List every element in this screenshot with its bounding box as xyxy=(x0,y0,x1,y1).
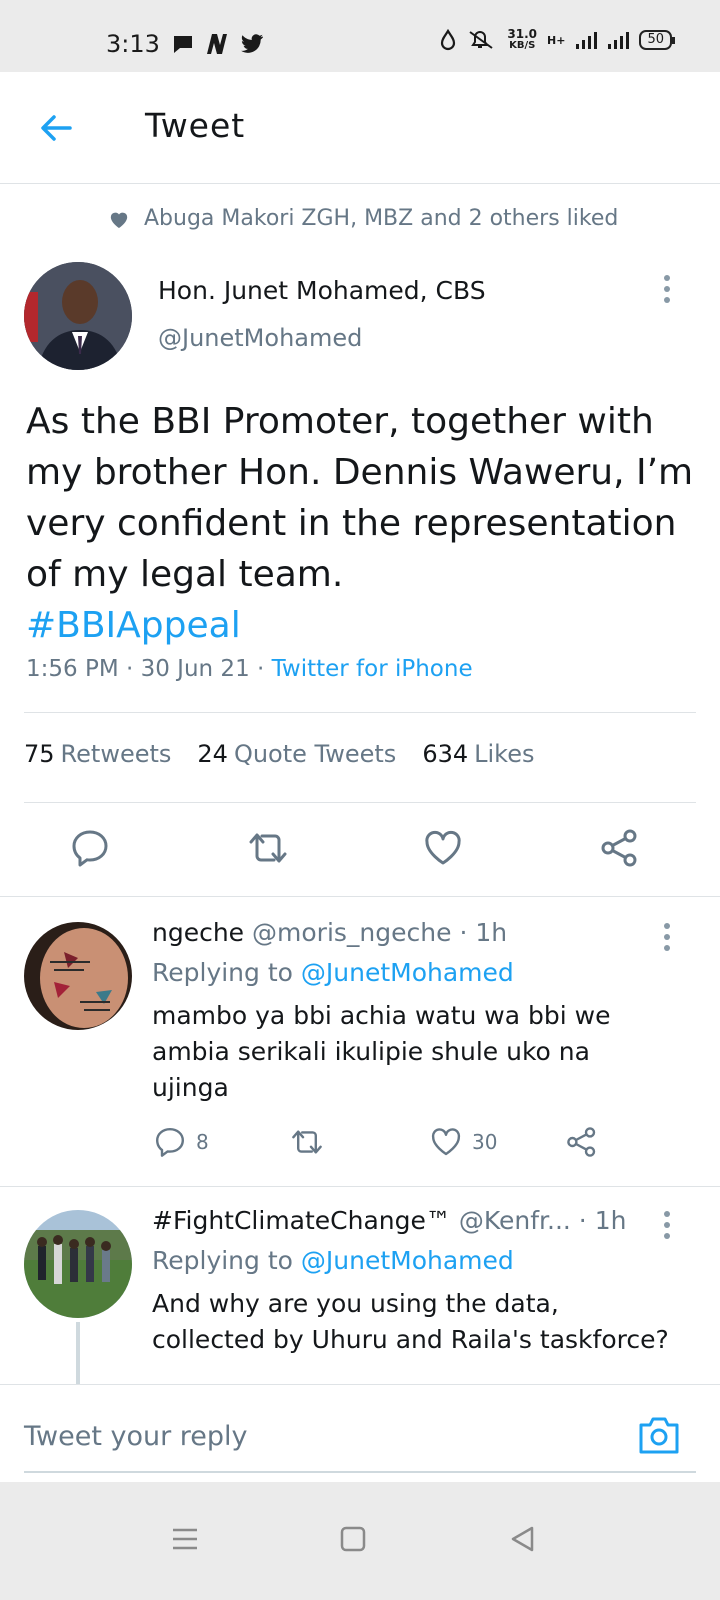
notification-icons xyxy=(172,32,264,56)
reply-header: ngeche @moris_ngeche · 1h xyxy=(152,918,507,947)
tweet-meta: 1:56 PM · 30 Jun 21 · Twitter for iPhone xyxy=(26,656,473,682)
system-navigation-bar xyxy=(0,1482,720,1600)
replying-mention[interactable]: @JunetMohamed xyxy=(301,1246,514,1275)
reply-time: · 1h xyxy=(578,1206,627,1235)
reply-more-options-icon[interactable] xyxy=(662,922,672,952)
home-square-icon[interactable] xyxy=(338,1524,368,1554)
reply-more-options-icon[interactable] xyxy=(662,1210,672,1240)
network-speed-value: 31.0 xyxy=(507,27,538,41)
network-speed: 31.0 KB/S xyxy=(507,28,537,52)
divider xyxy=(24,712,696,713)
retweet-icon xyxy=(292,1130,322,1154)
status-indicators: 31.0 KB/S H+ 50 xyxy=(439,28,675,52)
reply-author-photo xyxy=(24,922,132,1030)
author-photo xyxy=(24,262,132,370)
reply-icon[interactable] xyxy=(70,828,110,868)
message-icon xyxy=(174,36,192,53)
reply-input-underline xyxy=(24,1471,696,1473)
reply-action-bar: 8 30 xyxy=(150,1126,630,1166)
likes-stat[interactable]: 634 Likes xyxy=(422,740,534,768)
social-context-text: Abuga Makori ZGH, MBZ and 2 others liked xyxy=(144,206,619,231)
twitter-bird-icon xyxy=(241,34,263,53)
replying-to: Replying to @JunetMohamed xyxy=(152,958,514,987)
like-icon[interactable] xyxy=(423,828,463,868)
author-name[interactable]: Hon. Junet Mohamed, CBS xyxy=(158,276,486,305)
menu-icon[interactable] xyxy=(170,1524,200,1554)
replying-to: Replying to @JunetMohamed xyxy=(152,1246,514,1275)
top-app-bar: Tweet xyxy=(0,72,720,184)
tweet-body: As the BBI Promoter, together with my br… xyxy=(26,401,694,595)
retweets-stat[interactable]: 75 Retweets xyxy=(24,740,171,768)
retweet-icon[interactable] xyxy=(248,828,288,868)
reply-share-button[interactable] xyxy=(566,1126,598,1158)
data-saver-icon xyxy=(441,29,456,51)
status-bar: 3:13 31.0 KB/S H+ 50 xyxy=(0,0,720,72)
social-context[interactable]: Abuga Makori ZGH, MBZ and 2 others liked xyxy=(108,206,618,231)
share-icon xyxy=(567,1127,596,1157)
reply-avatar[interactable] xyxy=(24,922,132,1030)
hashtag-link[interactable]: #BBIAppeal xyxy=(26,605,241,646)
replying-prefix: Replying to xyxy=(152,958,293,987)
network-type: H+ xyxy=(547,33,566,47)
author-handle[interactable]: @JunetMohamed xyxy=(158,324,362,352)
reply-author-name[interactable]: ngeche xyxy=(152,918,244,947)
signal-icon xyxy=(576,32,598,49)
reply-reply-count: 8 xyxy=(196,1130,209,1154)
tweet-timestamp: 1:56 PM · 30 Jun 21 · xyxy=(26,656,265,682)
news-icon xyxy=(207,34,227,54)
signal-icon-2 xyxy=(608,32,630,49)
camera-icon[interactable] xyxy=(638,1415,680,1455)
retweets-count: 75 xyxy=(24,740,55,768)
author-avatar[interactable] xyxy=(24,262,132,370)
reply-retweet-button[interactable] xyxy=(290,1126,324,1158)
page-title: Tweet xyxy=(145,106,246,145)
reply-input[interactable]: Tweet your reply xyxy=(24,1421,248,1452)
divider xyxy=(0,1186,720,1187)
reply-text: mambo ya bbi achia watu wa bbi we ambia … xyxy=(152,1001,611,1102)
retweets-label: Retweets xyxy=(60,740,172,768)
quotes-count: 24 xyxy=(197,740,228,768)
network-speed-unit: KB/S xyxy=(509,40,536,51)
back-arrow-icon[interactable] xyxy=(36,108,76,148)
quotes-stat[interactable]: 24 Quote Tweets xyxy=(197,740,396,768)
battery-indicator: 50 xyxy=(639,30,675,50)
reply-reply-button[interactable]: 8 xyxy=(154,1126,209,1158)
reply-author-handle[interactable]: @moris_ngeche xyxy=(252,918,451,947)
reply-icon xyxy=(156,1128,184,1157)
reply-time: · 1h xyxy=(459,918,508,947)
thread-line xyxy=(76,1322,80,1384)
reply-author-handle[interactable]: @Kenfr... xyxy=(459,1206,571,1235)
more-options-icon[interactable] xyxy=(662,274,672,304)
tweet-action-bar xyxy=(0,806,720,894)
reply-like-count: 30 xyxy=(472,1130,498,1154)
likes-label: Likes xyxy=(474,740,535,768)
quotes-label: Quote Tweets xyxy=(233,740,397,768)
divider xyxy=(0,896,720,897)
replying-mention[interactable]: @JunetMohamed xyxy=(301,958,514,987)
heart-icon xyxy=(110,212,128,228)
replying-prefix: Replying to xyxy=(152,1246,293,1275)
reply-like-button[interactable]: 30 xyxy=(430,1126,497,1158)
reply-text: And why are you using the data, collecte… xyxy=(152,1289,669,1354)
reply-author-name[interactable]: #FightClimateChange™ xyxy=(152,1206,451,1235)
tweet-text: As the BBI Promoter, together with my br… xyxy=(26,396,696,651)
likes-count: 634 xyxy=(422,740,469,768)
reply-header: #FightClimateChange™ @Kenfr... · 1h xyxy=(152,1206,626,1235)
reply-composer: Tweet your reply xyxy=(0,1384,720,1482)
status-time: 3:13 xyxy=(106,30,160,58)
reply-author-photo xyxy=(24,1210,132,1318)
tweet-stats: 75 Retweets 24 Quote Tweets 634 Likes xyxy=(24,740,534,768)
mute-icon xyxy=(469,31,493,49)
tweet-source-link[interactable]: Twitter for iPhone xyxy=(272,656,473,682)
back-triangle-icon[interactable] xyxy=(508,1524,538,1554)
like-icon xyxy=(431,1128,461,1156)
share-icon[interactable] xyxy=(600,828,640,868)
reply-avatar[interactable] xyxy=(24,1210,132,1318)
divider xyxy=(24,802,696,803)
